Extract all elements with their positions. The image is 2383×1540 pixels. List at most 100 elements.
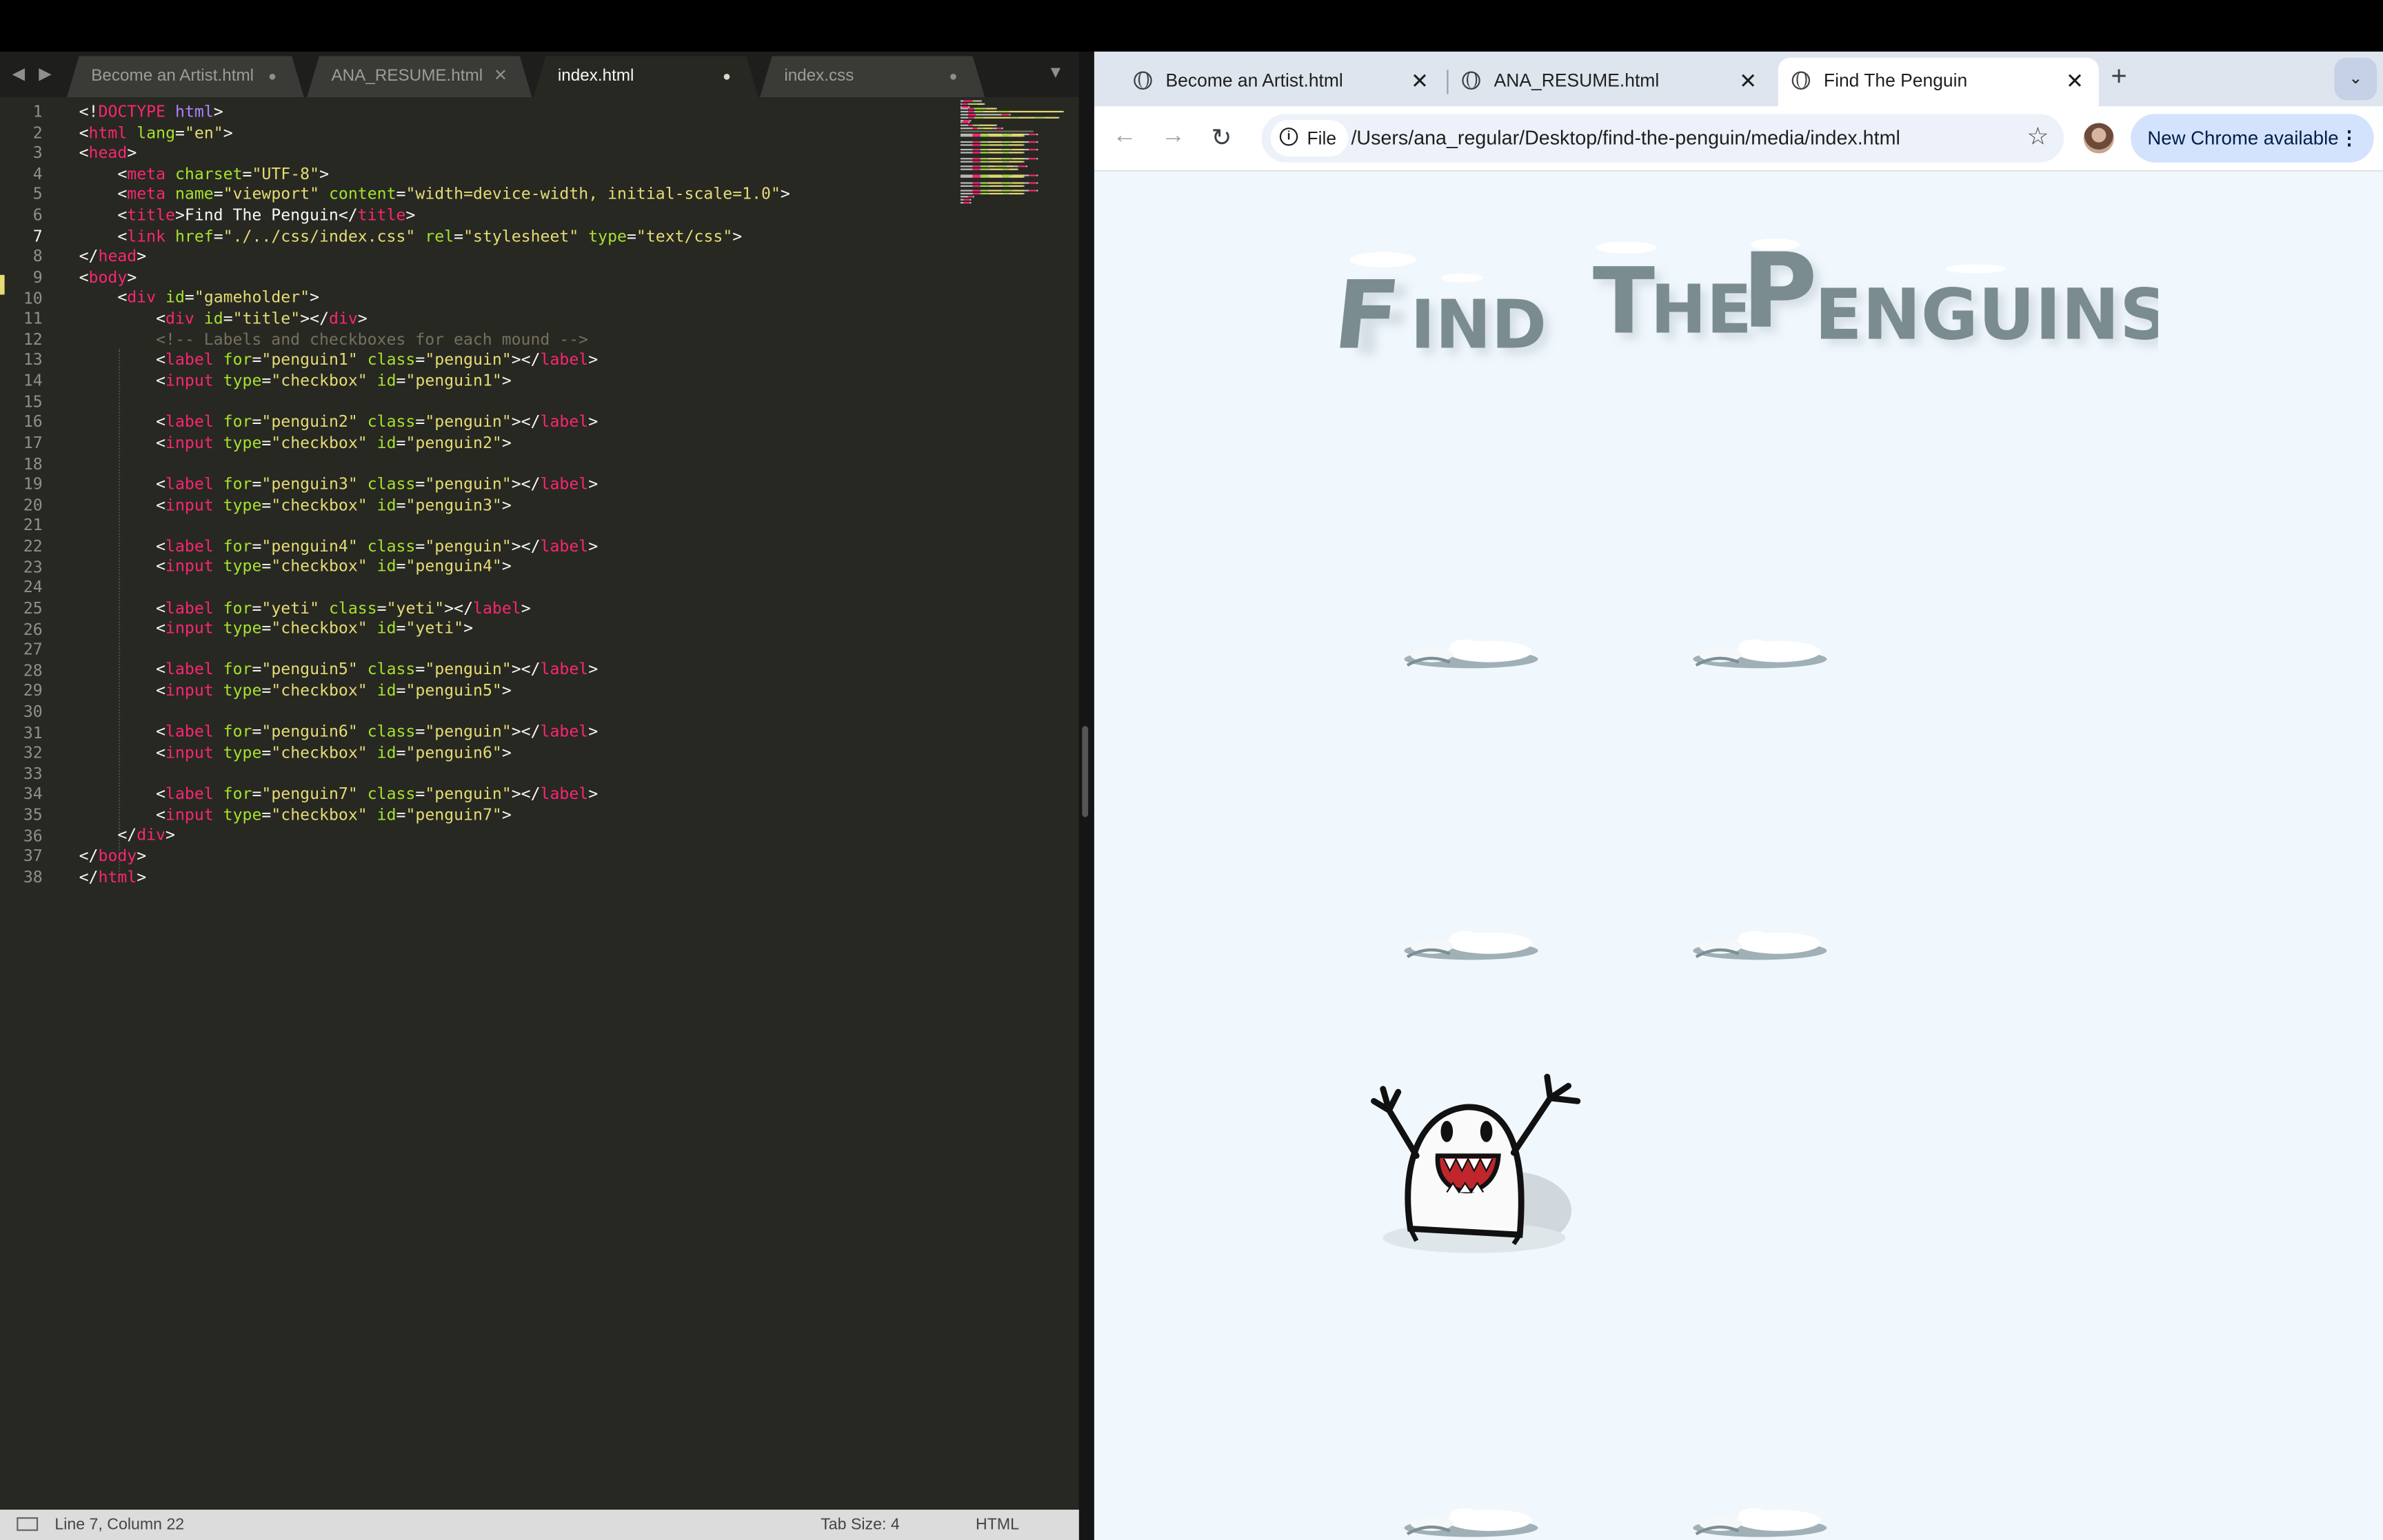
code-line[interactable]: <input type="checkbox" id="penguin3"> bbox=[79, 496, 790, 517]
code-line[interactable] bbox=[79, 764, 790, 785]
code-line[interactable]: <label for="penguin6" class="penguin"></… bbox=[79, 723, 790, 744]
url-text[interactable]: /Users/ana_regular/Desktop/find-the-peng… bbox=[1351, 114, 1900, 163]
code-line[interactable] bbox=[79, 702, 790, 723]
close-icon[interactable]: ✕ bbox=[1739, 58, 1757, 103]
minimap[interactable] bbox=[960, 100, 1067, 206]
editor-tab-become-an-artist[interactable]: Become an Artist.html ● bbox=[67, 57, 304, 97]
minimap-line bbox=[1012, 190, 1025, 192]
code-line[interactable] bbox=[79, 455, 790, 476]
code-line[interactable]: <label for="penguin2" class="penguin"></… bbox=[79, 414, 790, 434]
unsaved-dot-icon[interactable]: ● bbox=[949, 57, 958, 97]
code-line[interactable]: <label for="penguin7" class="penguin"></… bbox=[79, 785, 790, 806]
forward-button[interactable]: → bbox=[1161, 123, 1185, 150]
window-divider[interactable] bbox=[1078, 51, 1094, 1540]
code-line[interactable]: <meta name="viewport" content="width=dev… bbox=[79, 186, 790, 207]
code-line[interactable]: <label for="penguin1" class="penguin"></… bbox=[79, 352, 790, 372]
tab-list-dropdown-icon[interactable]: ▼ bbox=[1047, 64, 1064, 82]
code-line[interactable]: <head> bbox=[79, 145, 790, 165]
code-line[interactable]: </body> bbox=[79, 847, 790, 868]
code-line[interactable]: <input type="checkbox" id="penguin6"> bbox=[79, 744, 790, 764]
snow-mound-penguin4[interactable] bbox=[1687, 926, 1831, 963]
new-chrome-available-button[interactable]: New Chrome available ⋮ bbox=[2131, 114, 2374, 163]
unsaved-dot-icon[interactable]: ● bbox=[268, 57, 276, 97]
browser-tab-ana-resume[interactable]: ANA_RESUME.html ✕ bbox=[1462, 58, 1757, 107]
code-line[interactable]: <label for="penguin5" class="penguin"></… bbox=[79, 661, 790, 682]
code-token: > bbox=[501, 806, 512, 824]
bookmark-star-icon[interactable]: ☆ bbox=[2027, 121, 2049, 152]
code-line[interactable]: <div id="title"></div> bbox=[79, 310, 790, 331]
editor-scrollbar-thumb[interactable] bbox=[1082, 726, 1089, 818]
reload-button[interactable]: ↻ bbox=[1211, 123, 1232, 153]
code-line[interactable]: <div id="gameholder"> bbox=[79, 290, 790, 310]
panel-toggle-icon[interactable] bbox=[17, 1517, 39, 1531]
minimap-line bbox=[1003, 190, 1011, 192]
close-icon[interactable]: ✕ bbox=[494, 57, 507, 97]
yeti-character[interactable] bbox=[1356, 1064, 1599, 1265]
code-line[interactable]: <body> bbox=[79, 269, 790, 290]
code-token: "penguin4" bbox=[261, 537, 358, 556]
profile-avatar[interactable] bbox=[2083, 123, 2114, 154]
new-tab-button[interactable]: + bbox=[2111, 61, 2126, 92]
code-line[interactable]: <label for="penguin3" class="penguin"></… bbox=[79, 476, 790, 496]
code-line[interactable] bbox=[79, 393, 790, 414]
snow-mound-penguin2[interactable] bbox=[1687, 635, 1831, 671]
code-line[interactable]: </head> bbox=[79, 248, 790, 269]
code-line[interactable]: <html lang="en"> bbox=[79, 124, 790, 145]
browser-tab-become-an-artist[interactable]: Become an Artist.html ✕ bbox=[1134, 58, 1429, 107]
code-token: "penguin" bbox=[425, 413, 512, 432]
code-line[interactable] bbox=[79, 517, 790, 538]
tab-search-button[interactable]: ⌄ bbox=[2334, 57, 2377, 101]
code-line[interactable]: <label for="penguin4" class="penguin"></… bbox=[79, 537, 790, 558]
code-line[interactable]: </html> bbox=[79, 868, 790, 889]
code-line[interactable]: <title>Find The Penguin</title> bbox=[79, 207, 790, 227]
site-info-chip[interactable]: i File bbox=[1270, 120, 1349, 156]
code-line[interactable]: </div> bbox=[79, 827, 790, 847]
code-token: < bbox=[79, 206, 128, 225]
tab-size-indicator[interactable]: Tab Size: 4 bbox=[821, 1510, 900, 1540]
code-line[interactable]: <!-- Labels and checkboxes for each moun… bbox=[79, 331, 790, 352]
address-bar[interactable]: i File /Users/ana_regular/Desktop/find-t… bbox=[1261, 114, 2064, 163]
code-line[interactable]: <input type="checkbox" id="penguin4"> bbox=[79, 558, 790, 578]
svg-text:T: T bbox=[1593, 249, 1655, 355]
code-line[interactable] bbox=[79, 578, 790, 599]
code-line[interactable]: <link href="./../css/index.css" rel="sty… bbox=[79, 227, 790, 248]
code-line[interactable]: <input type="checkbox" id="penguin5"> bbox=[79, 682, 790, 702]
code-text-area[interactable]: <!DOCTYPE html> <html lang="en"> <head> <m… bbox=[79, 103, 790, 889]
editor-tab-ana-resume[interactable]: ANA_RESUME.html ✕ bbox=[307, 57, 532, 97]
code-line[interactable]: <input type="checkbox" id="yeti"> bbox=[79, 620, 790, 640]
snow-mound-penguin6[interactable] bbox=[1687, 1503, 1831, 1540]
minimap-line bbox=[1036, 132, 1038, 135]
snow-mound-penguin3[interactable] bbox=[1398, 926, 1542, 963]
back-button[interactable]: ← bbox=[1112, 123, 1136, 150]
editor-tab-index-css[interactable]: index.css ● bbox=[760, 57, 985, 97]
snow-mound-penguin5[interactable] bbox=[1398, 1503, 1542, 1540]
minimap-line bbox=[989, 135, 1003, 138]
minimap-line bbox=[980, 100, 982, 102]
code-line[interactable]: <input type="checkbox" id="penguin1"> bbox=[79, 372, 790, 393]
line-number: 24 bbox=[23, 578, 43, 598]
more-menu-icon[interactable]: ⋮ bbox=[2340, 114, 2359, 163]
snow-mound-penguin1[interactable] bbox=[1398, 635, 1542, 671]
code-line[interactable]: <label for="yeti" class="yeti"></label> bbox=[79, 599, 790, 620]
close-icon[interactable]: ✕ bbox=[2066, 58, 2084, 103]
cursor-position[interactable]: Line 7, Column 22 bbox=[54, 1510, 184, 1540]
close-icon[interactable]: ✕ bbox=[1411, 58, 1429, 103]
unsaved-dot-icon[interactable]: ● bbox=[723, 57, 731, 97]
code-line[interactable]: <meta charset="UTF-8"> bbox=[79, 165, 790, 186]
minimap-line bbox=[960, 108, 969, 110]
code-line[interactable]: <input type="checkbox" id="penguin2"> bbox=[79, 434, 790, 455]
code-line[interactable]: <input type="checkbox" id="penguin7"> bbox=[79, 806, 790, 827]
browser-tab-find-the-penguin[interactable]: Find The Penguin ✕ bbox=[1778, 57, 2099, 107]
code-token: "penguin" bbox=[425, 785, 512, 804]
code-line[interactable]: <!DOCTYPE html> bbox=[79, 103, 790, 124]
editor-tab-index-html[interactable]: index.html ● bbox=[534, 57, 758, 97]
line-number: 33 bbox=[23, 765, 43, 784]
code-line[interactable] bbox=[79, 640, 790, 661]
tab-nav-arrows[interactable]: ◀ ▶ bbox=[12, 64, 57, 83]
code-token: > bbox=[501, 558, 512, 576]
syntax-indicator[interactable]: HTML bbox=[976, 1510, 1019, 1540]
